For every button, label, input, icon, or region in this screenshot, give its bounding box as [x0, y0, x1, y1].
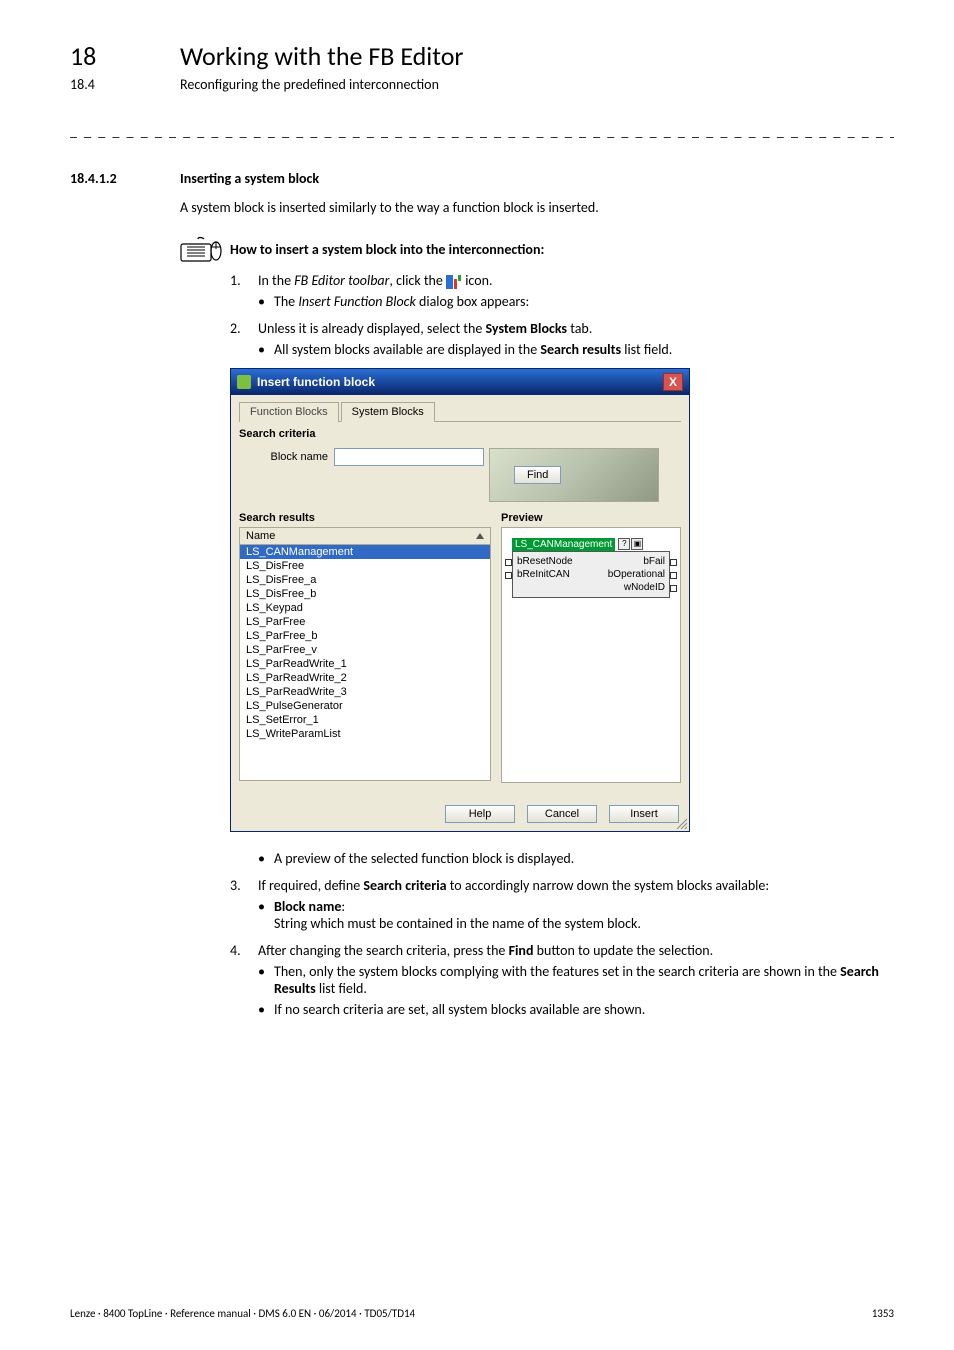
mouse-icon — [180, 236, 222, 262]
chapter-number: 18 — [70, 40, 180, 72]
divider: _ _ _ _ _ _ _ _ _ _ _ _ _ _ _ _ _ _ _ _ … — [70, 123, 894, 140]
block-name-label: Block name — [239, 451, 334, 463]
preview-label: Preview — [501, 512, 681, 524]
insert-function-block-dialog: Insert function block X Function Blocks … — [230, 368, 690, 832]
step-number: 3. — [230, 877, 258, 894]
tab-function-blocks[interactable]: Function Blocks — [239, 402, 339, 422]
insert-fb-icon — [446, 275, 462, 289]
close-button[interactable]: X — [663, 373, 683, 391]
insert-button[interactable]: Insert — [609, 805, 679, 823]
bullet: • — [258, 293, 274, 310]
step-number: 1. — [230, 272, 258, 289]
help-icon[interactable]: ? — [618, 538, 630, 550]
search-criteria-label: Search criteria — [239, 428, 681, 440]
step-number: 4. — [230, 942, 258, 959]
preview-panel: LS_CANManagement ? ▣ bResetNodebFail bRe… — [501, 527, 681, 783]
chapter-title: Working with the FB Editor — [180, 40, 464, 72]
bullet: • — [258, 850, 274, 867]
step-body: If required, define Search criteria to a… — [258, 877, 894, 932]
cancel-button[interactable]: Cancel — [527, 805, 597, 823]
section-number: 18.4 — [70, 76, 180, 93]
list-item[interactable]: LS_DisFree_a — [240, 573, 490, 587]
bullet: • — [258, 341, 274, 358]
footer-left: Lenze · 8400 TopLine · Reference manual … — [70, 1307, 415, 1320]
list-item[interactable]: LS_SetError_1 — [240, 713, 490, 727]
list-item[interactable]: LS_WriteParamList — [240, 727, 490, 741]
bullet: • — [258, 1001, 274, 1018]
find-button[interactable]: Find — [514, 466, 561, 484]
list-header-name[interactable]: Name — [239, 527, 491, 545]
preview-block-body: bResetNodebFail bReInitCANbOperational w… — [512, 551, 670, 598]
resize-grip-icon[interactable] — [675, 817, 687, 829]
page-number: 1353 — [872, 1307, 894, 1320]
results-list[interactable]: LS_CANManagement LS_DisFree LS_DisFree_a… — [239, 545, 491, 781]
step-body: After changing the search criteria, pres… — [258, 942, 894, 1018]
step-body: Unless it is already displayed, select t… — [258, 320, 894, 358]
preview-block-title: LS_CANManagement — [512, 538, 615, 551]
step-body: In the FB Editor toolbar, click the icon… — [258, 272, 894, 310]
bullet-text: A preview of the selected function block… — [274, 850, 894, 867]
list-item[interactable]: LS_DisFree — [240, 559, 490, 573]
subsection-number: 18.4.1.2 — [70, 170, 180, 187]
dialog-titlebar[interactable]: Insert function block X — [231, 369, 689, 395]
list-item[interactable]: LS_ParReadWrite_1 — [240, 657, 490, 671]
dialog-title: Insert function block — [257, 375, 375, 389]
section-title: Reconfiguring the predefined interconnec… — [180, 76, 439, 93]
dialog-icon — [237, 375, 251, 389]
list-item[interactable]: LS_ParFree_b — [240, 629, 490, 643]
list-item[interactable]: LS_ParFree — [240, 615, 490, 629]
block-options-icon[interactable]: ▣ — [631, 538, 643, 550]
tab-system-blocks[interactable]: System Blocks — [341, 402, 435, 422]
list-item[interactable]: LS_CANManagement — [240, 545, 490, 559]
list-item[interactable]: LS_DisFree_b — [240, 587, 490, 601]
step-number: 2. — [230, 320, 258, 337]
list-item[interactable]: LS_ParReadWrite_3 — [240, 685, 490, 699]
list-item[interactable]: LS_ParFree_v — [240, 643, 490, 657]
list-item[interactable]: LS_PulseGenerator — [240, 699, 490, 713]
howto-heading: How to insert a system block into the in… — [230, 241, 544, 258]
help-button[interactable]: Help — [445, 805, 515, 823]
block-name-input[interactable] — [334, 448, 484, 466]
subsection-title: Inserting a system block — [180, 170, 319, 187]
search-results-label: Search results — [239, 512, 491, 524]
sort-indicator-icon — [476, 533, 484, 539]
bullet: • — [258, 898, 274, 932]
intro-text: A system block is inserted similarly to … — [180, 199, 894, 216]
bullet: • — [258, 963, 274, 997]
list-item[interactable]: LS_ParReadWrite_2 — [240, 671, 490, 685]
find-preview-area: Find — [489, 448, 659, 502]
list-item[interactable]: LS_Keypad — [240, 601, 490, 615]
